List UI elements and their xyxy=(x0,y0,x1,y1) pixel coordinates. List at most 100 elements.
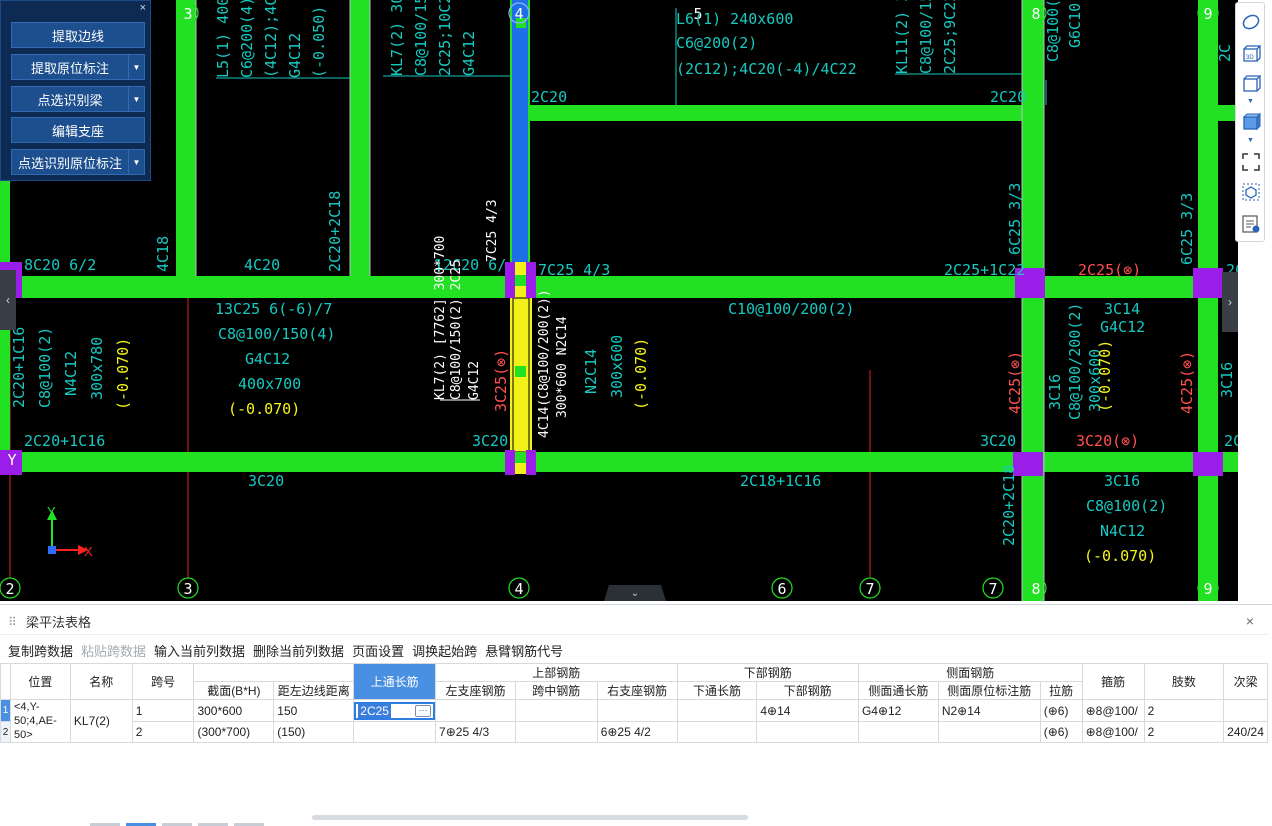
cell-left-support[interactable]: 7⊕25 4/3 xyxy=(435,721,516,743)
cell-tie[interactable]: (⊕6) xyxy=(1039,721,1083,743)
panel-close-icon[interactable]: × xyxy=(1246,613,1254,629)
top-continuous-value[interactable]: 2C25 xyxy=(358,703,391,718)
cell-top-continuous[interactable] xyxy=(353,721,437,743)
cell-secondary[interactable]: 240/24 xyxy=(1223,721,1268,743)
horizontal-scrollbar[interactable] xyxy=(312,815,748,820)
anno-f7: 2C20+2C18 xyxy=(1000,465,1018,546)
header-bottom-continuous[interactable]: 下通长筋 xyxy=(676,681,758,700)
table-settings-icon[interactable] xyxy=(1240,213,1262,235)
cell-span[interactable]: 1 xyxy=(131,698,195,723)
extract-edge-button[interactable]: 提取边线 xyxy=(11,22,145,48)
cad-viewport[interactable]: 3 4 5 8 9 2 3 4 6 7 7 8 9 Y Y xyxy=(0,0,1238,601)
anno-d5: (-0.070) xyxy=(114,338,132,410)
header-legs[interactable]: 肢数 xyxy=(1143,663,1225,700)
cell-side-continuous[interactable] xyxy=(857,721,939,743)
row-number[interactable]: 1 xyxy=(0,698,11,723)
3d-box-icon[interactable]: 3D xyxy=(1240,43,1262,65)
beam-table[interactable]: 位置 名称 跨号 上通长筋 上部钢筋 下部钢筋 侧面钢筋 箍筋 肢数 次梁 截面… xyxy=(0,663,1268,783)
chevron-down-icon[interactable]: ▼ xyxy=(128,55,144,79)
header-mid-span[interactable]: 跨中钢筋 xyxy=(514,681,598,700)
view-cube-icon[interactable] xyxy=(1240,181,1262,203)
cell-bottom-bar[interactable] xyxy=(756,721,859,743)
cell-tie[interactable]: (⊕6) xyxy=(1039,698,1083,723)
cell-legs[interactable]: 2 xyxy=(1143,698,1225,723)
chevron-down-icon[interactable]: ▼ xyxy=(128,87,144,111)
row-number[interactable]: 2 xyxy=(0,721,11,743)
cell-stirrup[interactable]: ⊕8@100/ xyxy=(1081,698,1145,723)
header-name[interactable]: 名称 xyxy=(69,663,133,700)
cell-right-support[interactable]: 6⊕25 4/2 xyxy=(596,721,678,743)
cantilever-code-button[interactable]: 悬臂钢筋代号 xyxy=(485,641,563,660)
delete-column-data-button[interactable]: 删除当前列数据 xyxy=(253,641,344,660)
axis-label-top-2: 4 xyxy=(514,5,523,23)
header-edge-distance[interactable]: 距左边线距离 xyxy=(273,681,355,700)
panel-title-bar[interactable]: ⠿ 梁平法表格 × xyxy=(0,609,1268,635)
collapse-panel-tab[interactable]: ⌄ xyxy=(604,585,666,601)
header-right-support[interactable]: 右支座钢筋 xyxy=(596,681,678,700)
cell-stirrup[interactable]: ⊕8@100/ xyxy=(1081,721,1145,743)
right-expand-arrow[interactable]: › xyxy=(1222,272,1238,332)
cell-name[interactable]: KL7(2) xyxy=(69,699,133,743)
header-stirrup[interactable]: 箍筋 xyxy=(1081,663,1145,700)
header-position[interactable]: 位置 xyxy=(9,663,71,700)
input-column-data-button[interactable]: 输入当前列数据 xyxy=(154,641,245,660)
header-tie[interactable]: 拉筋 xyxy=(1039,681,1083,700)
swap-start-span-button[interactable]: 调换起始跨 xyxy=(412,641,477,660)
more-options-button[interactable]: ··· xyxy=(415,704,432,717)
header-section[interactable]: 截面(B*H) xyxy=(193,681,275,700)
cell-secondary[interactable] xyxy=(1223,698,1268,723)
cell-section[interactable]: (300*700) xyxy=(193,721,275,743)
copy-span-data-button[interactable]: 复制跨数据 xyxy=(8,641,73,660)
axis-label-bottom-4: 6 xyxy=(777,580,786,598)
header-secondary[interactable]: 次梁 xyxy=(1223,663,1268,700)
cylinder-view-icon[interactable] xyxy=(1240,11,1262,33)
drag-handle-icon[interactable]: ⠿ xyxy=(8,615,20,629)
cell-mid-span[interactable] xyxy=(514,698,598,723)
page-setup-button[interactable]: 页面设置 xyxy=(352,641,404,660)
selected-beam-top[interactable] xyxy=(512,0,528,278)
pick-identify-inplace-button[interactable]: 点选识别原位标注 ▼ xyxy=(11,149,145,175)
header-left-support[interactable]: 左支座钢筋 xyxy=(435,681,516,700)
chevron-down-icon[interactable]: ▼ xyxy=(1247,98,1254,105)
header-side-local[interactable]: 侧面原位标注筋 xyxy=(937,681,1041,700)
left-expand-arrow[interactable]: ‹ xyxy=(0,270,16,330)
chevron-down-icon[interactable]: ▼ xyxy=(1247,137,1254,144)
anno-c5: (-0.070) xyxy=(228,400,300,418)
edit-support-button[interactable]: 编辑支座 xyxy=(11,117,145,143)
cell-left-support[interactable] xyxy=(435,698,516,723)
extract-inplace-annotation-button[interactable]: 提取原位标注 ▼ xyxy=(11,54,145,80)
fullscreen-icon[interactable] xyxy=(1240,151,1262,173)
cell-section[interactable]: 300*600 xyxy=(193,698,275,723)
header-side-continuous[interactable]: 侧面通长筋 xyxy=(857,681,939,700)
table-row[interactable]: 1 <4,Y-50;4,AE-50> KL7(2) 1 300*600 150 … xyxy=(0,698,1268,743)
cell-legs[interactable]: 2 xyxy=(1143,721,1225,743)
cell-mid-span[interactable] xyxy=(514,721,598,743)
cell-side-local[interactable] xyxy=(937,721,1041,743)
cell-span[interactable]: 2 xyxy=(131,721,195,743)
anno-b9: 2C25+1C22 xyxy=(944,261,1025,279)
header-top-continuous[interactable]: 上通长筋 xyxy=(353,663,437,700)
cube-outline-icon[interactable] xyxy=(1240,73,1262,95)
cell-right-support[interactable] xyxy=(596,698,678,723)
cell-bottom-bar[interactable]: 4⊕14 xyxy=(756,698,859,723)
top-continuous-editor[interactable]: 2C25 ··· xyxy=(354,701,435,720)
cell-side-continuous[interactable]: G4⊕12 xyxy=(857,698,939,723)
cell-edge-distance[interactable]: 150 xyxy=(273,698,355,723)
command-panel-close-icon[interactable]: × xyxy=(140,2,146,14)
table-row[interactable]: 2 2 (300*700) (150) 7⊕25 4/3 6⊕25 4/2 (⊕… xyxy=(0,721,1268,743)
cube-solid-icon[interactable] xyxy=(1240,111,1262,133)
pick-identify-beam-button[interactable]: 点选识别梁 ▼ xyxy=(11,86,145,112)
extract-inplace-annotation-label: 提取原位标注 xyxy=(30,60,109,76)
cell-edge-distance[interactable]: (150) xyxy=(273,721,355,743)
cell-position[interactable]: <4,Y-50;4,AE-50> xyxy=(9,699,71,743)
cell-top-continuous[interactable]: 2C25 ··· xyxy=(353,698,437,723)
header-bottom-bar[interactable]: 下部钢筋 xyxy=(756,681,859,700)
cad-drawing[interactable]: 3 4 5 8 9 2 3 4 6 7 7 8 9 Y Y xyxy=(0,0,1238,601)
axis-label-bottom-1: 2 xyxy=(5,580,14,598)
cell-side-local[interactable]: N2⊕14 xyxy=(937,698,1041,723)
anno-d7: C8@100/150(2) 2C25 xyxy=(449,259,464,400)
cell-bottom-continuous[interactable] xyxy=(676,698,758,723)
cell-bottom-continuous[interactable] xyxy=(676,721,758,743)
chevron-down-icon[interactable]: ▼ xyxy=(128,150,144,174)
header-span[interactable]: 跨号 xyxy=(131,663,195,700)
